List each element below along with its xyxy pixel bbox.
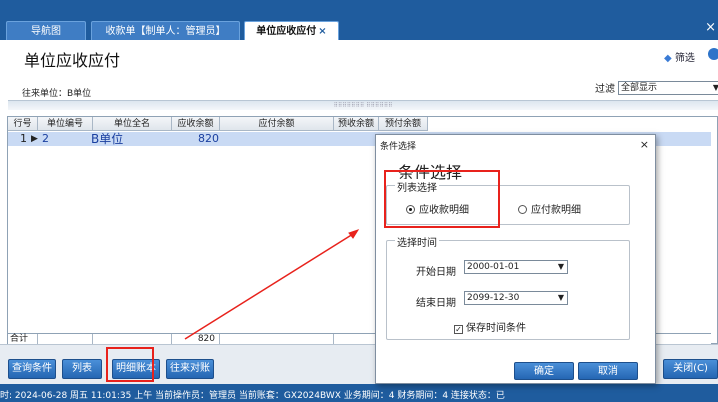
- dialog-title: 条件选择: [380, 142, 417, 152]
- chevron-down-icon: ▼: [557, 262, 564, 271]
- col-header-code[interactable]: 单位编号: [38, 117, 93, 131]
- help-icon[interactable]: [708, 48, 718, 60]
- filter-button-label: 筛选: [674, 53, 695, 64]
- filter-select[interactable]: 全部显示 ▼: [618, 81, 718, 95]
- start-date-label: 开始日期: [416, 267, 456, 278]
- tab-close-icon[interactable]: ×: [318, 26, 326, 37]
- start-date-value: 2000-01-01: [467, 262, 520, 272]
- cancel-button[interactable]: 取消: [578, 362, 638, 380]
- col-header-name[interactable]: 单位全名: [93, 117, 172, 131]
- save-time-checkbox[interactable]: ✓ 保存时间条件: [454, 319, 526, 334]
- radio-unchecked-icon: [518, 205, 527, 214]
- end-date-label: 结束日期: [416, 298, 456, 309]
- splitter-handle[interactable]: ⠿⠿⠿⠿⠿⠿⠿ ⠿⠿⠿⠿⠿⠿: [8, 100, 718, 110]
- window-close-icon[interactable]: ×: [705, 20, 716, 35]
- tab-label: 单位应收应付: [256, 26, 317, 37]
- list-button[interactable]: 列表: [62, 359, 102, 379]
- close-button[interactable]: 关闭(C): [663, 359, 718, 379]
- save-time-label: 保存时间条件: [466, 323, 526, 334]
- col-header-receivable[interactable]: 应收余额: [172, 117, 220, 131]
- tab-receipt[interactable]: 收款单【制单人：管理员】: [91, 21, 240, 40]
- time-choice-legend: 选择时间: [395, 234, 439, 249]
- row-pointer-icon: ▶: [31, 134, 38, 144]
- filter-button[interactable]: ◆ 筛选: [664, 49, 695, 64]
- tab-navigation[interactable]: 导航图: [6, 21, 86, 40]
- chevron-down-icon: ▼: [712, 83, 718, 92]
- query-conditions-button[interactable]: 查询条件: [8, 359, 56, 379]
- chevron-down-icon: ▼: [557, 293, 564, 302]
- reconcile-button[interactable]: 往来对账: [166, 359, 214, 379]
- end-date-value: 2099-12-30: [467, 293, 520, 303]
- filter-select-value: 全部显示: [621, 83, 658, 93]
- filter-icon: ◆: [664, 53, 672, 64]
- radio-payable-detail[interactable]: 应付款明细: [518, 201, 581, 216]
- checkmark-icon: ✓: [454, 325, 463, 334]
- tab-unit-balance[interactable]: 单位应收应付 ×: [244, 21, 339, 40]
- radio-payable-label: 应付款明细: [531, 205, 581, 216]
- detail-ledger-button[interactable]: 明细账本: [112, 359, 160, 379]
- col-header-prereceived[interactable]: 预收余额: [334, 117, 379, 131]
- ok-button[interactable]: 确定: [514, 362, 574, 380]
- end-date-picker[interactable]: 2099-12-30 ▼: [464, 291, 568, 305]
- condition-dialog: 条件选择 × 条件选择 列表选择 应收款明细 应付款明细 选择时间 开始日期 2…: [375, 134, 656, 384]
- start-date-picker[interactable]: 2000-01-01 ▼: [464, 260, 568, 274]
- status-bar: 时: 2024-06-28 周五 11:01:35 上午 当前操作员：管理员 当…: [0, 384, 718, 402]
- radio-receivable-label: 应收款明细: [419, 205, 469, 216]
- cell-name: B单位: [91, 132, 124, 146]
- radio-receivable-detail[interactable]: 应收款明细: [406, 201, 469, 216]
- list-choice-legend: 列表选择: [395, 179, 439, 194]
- cell-code: 2: [42, 132, 49, 145]
- col-header-prepaid[interactable]: 预付余额: [379, 117, 428, 131]
- partner-label: 往来单位：B单位: [22, 89, 92, 99]
- filter-label: 过滤: [595, 84, 615, 95]
- page-title: 单位应收应付: [24, 51, 121, 70]
- dialog-close-icon[interactable]: ×: [640, 138, 649, 151]
- cell-row-no: 1: [20, 132, 27, 145]
- col-header-row-no[interactable]: 行号: [8, 117, 38, 131]
- cell-receivable: 820: [198, 132, 219, 145]
- col-header-payable[interactable]: 应付余额: [220, 117, 334, 131]
- radio-checked-icon: [406, 205, 415, 214]
